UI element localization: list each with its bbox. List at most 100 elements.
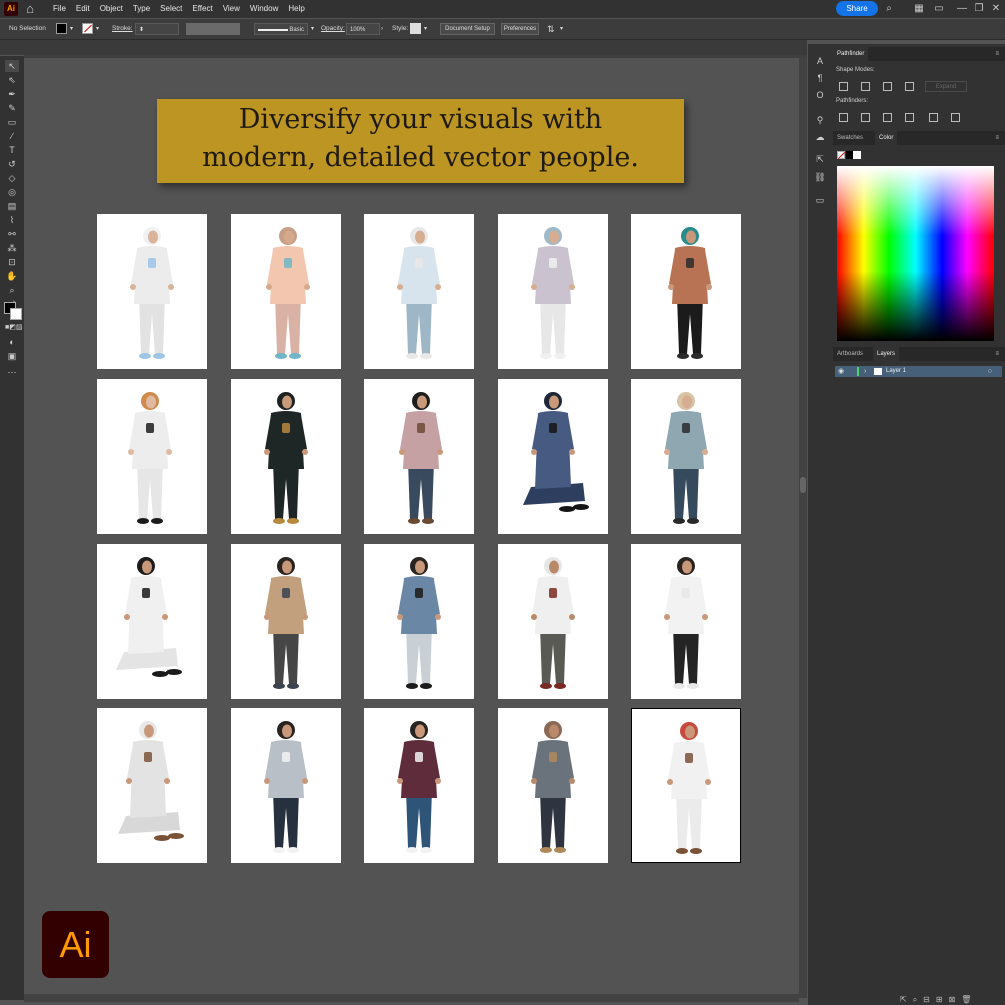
type-tool-icon[interactable]: T: [5, 144, 19, 156]
share-button[interactable]: Share: [836, 1, 878, 16]
layers-footer-icons[interactable]: ⇱⌕⊟⊞⊠🗑: [900, 994, 1005, 1005]
properties-panel-icon[interactable]: ⚲: [812, 113, 828, 127]
none-color-swatch[interactable]: [837, 151, 846, 160]
curvature-tool-icon[interactable]: ✎: [5, 102, 19, 114]
artboard-15[interactable]: [631, 544, 741, 699]
panel-menu-icon[interactable]: ≡: [991, 47, 1003, 61]
opacity-arrow-icon[interactable]: ›: [381, 19, 383, 39]
tab-layers[interactable]: Layers: [873, 347, 900, 361]
tab-artboards[interactable]: Artboards: [833, 347, 867, 361]
exclude-icon[interactable]: [905, 82, 914, 91]
stroke-label[interactable]: Stroke:: [112, 19, 133, 39]
artboard-1[interactable]: [97, 214, 207, 369]
rotate-tool-icon[interactable]: ↺: [5, 158, 19, 170]
color-panel-menu-icon[interactable]: ≡: [991, 131, 1003, 145]
hand-tool-icon[interactable]: ✋: [5, 270, 19, 282]
opacity-label[interactable]: Opacity:: [321, 19, 345, 39]
paragraph-panel-icon[interactable]: ¶: [812, 71, 828, 85]
intersect-icon[interactable]: [883, 82, 892, 91]
document-setup-button[interactable]: Document Setup: [440, 23, 495, 35]
headline-banner[interactable]: Diversify your visuals with modern, deta…: [157, 99, 684, 183]
artboard-18[interactable]: [364, 708, 474, 863]
horizontal-scrollbar[interactable]: [24, 994, 799, 1002]
white-color-swatch[interactable]: [853, 151, 861, 159]
expand-chevron-icon[interactable]: ›: [864, 366, 866, 377]
eraser-tool-icon[interactable]: ◇: [5, 172, 19, 184]
artboard-4[interactable]: [498, 214, 608, 369]
draw-mode-icon[interactable]: ◐: [5, 336, 19, 348]
opacity-input[interactable]: 100%: [346, 23, 380, 35]
target-icon[interactable]: ○: [988, 366, 992, 377]
zoom-tool-icon[interactable]: ⌕: [5, 284, 19, 296]
merge-icon[interactable]: [883, 113, 892, 122]
artboard-5[interactable]: [631, 214, 741, 369]
menu-effect[interactable]: Effect: [187, 0, 217, 18]
search-icon[interactable]: ⌕: [882, 0, 896, 18]
artboard-19[interactable]: [498, 708, 608, 863]
menu-window[interactable]: Window: [245, 0, 283, 18]
artboard-13[interactable]: [364, 544, 474, 699]
tab-color[interactable]: Color: [875, 131, 898, 145]
fill-dropdown-icon[interactable]: ▾: [70, 19, 73, 39]
artboard-9[interactable]: [498, 379, 608, 534]
comments-panel-icon[interactable]: ▭: [812, 193, 828, 207]
direct-selection-tool-icon[interactable]: ⇖: [5, 74, 19, 86]
blend-tool-icon[interactable]: ⚯: [5, 228, 19, 240]
brush-dropdown-icon[interactable]: ▾: [311, 19, 314, 39]
export-panel-icon[interactable]: ⇱: [812, 152, 828, 166]
close-button[interactable]: ✕: [989, 0, 1003, 18]
vertical-scrollbar[interactable]: [799, 58, 807, 998]
menu-select[interactable]: Select: [155, 0, 187, 18]
arrange-icon[interactable]: ⇅: [547, 19, 555, 39]
arrange-documents-icon[interactable]: ▦: [912, 0, 926, 18]
artboard-10[interactable]: [631, 379, 741, 534]
stroke-color-box[interactable]: [10, 308, 22, 320]
links-panel-icon[interactable]: ⛓: [812, 170, 828, 184]
artboard-16[interactable]: [97, 708, 207, 863]
outline-icon[interactable]: [929, 113, 938, 122]
color-mode-icon[interactable]: ■◩▨: [5, 322, 22, 334]
opentype-panel-icon[interactable]: O: [812, 88, 828, 102]
artboard-20[interactable]: [631, 708, 741, 863]
selection-tool-icon[interactable]: ↖: [5, 60, 19, 72]
color-spectrum[interactable]: [837, 166, 994, 341]
vertical-scroll-thumb[interactable]: [800, 477, 806, 493]
character-panel-icon[interactable]: A: [812, 54, 828, 68]
artboard-2[interactable]: [231, 214, 341, 369]
artboard-tool-icon[interactable]: ⊡: [5, 256, 19, 268]
workspace-icon[interactable]: ▭: [932, 0, 946, 18]
menu-file[interactable]: File: [48, 0, 71, 18]
paintbrush-tool-icon[interactable]: ∕: [5, 130, 19, 142]
expand-button[interactable]: Expand: [925, 81, 967, 92]
fill-swatch[interactable]: [56, 23, 67, 34]
artboard-17[interactable]: [231, 708, 341, 863]
stroke-dropdown-icon[interactable]: ▾: [96, 19, 99, 39]
screen-mode-icon[interactable]: ▣: [5, 350, 19, 362]
arrange-dropdown-icon[interactable]: ▾: [560, 19, 563, 39]
layer-name[interactable]: Layer 1: [886, 366, 906, 377]
artboard-6[interactable]: [97, 379, 207, 534]
artboard-12[interactable]: [231, 544, 341, 699]
style-dropdown-icon[interactable]: ▾: [424, 19, 427, 39]
shape-builder-tool-icon[interactable]: ◎: [5, 186, 19, 198]
tab-swatches[interactable]: Swatches: [833, 131, 867, 145]
artboard-11[interactable]: [97, 544, 207, 699]
stroke-weight-input[interactable]: ⬍: [135, 23, 179, 35]
preferences-button[interactable]: Preferences: [501, 23, 539, 35]
artboard-7[interactable]: [231, 379, 341, 534]
edit-toolbar-icon[interactable]: ⋯: [5, 366, 19, 378]
artboard-14[interactable]: [498, 544, 608, 699]
eyedropper-tool-icon[interactable]: ⌇: [5, 214, 19, 226]
artboard-8[interactable]: [364, 379, 474, 534]
stroke-swatch[interactable]: [82, 23, 93, 34]
divide-icon[interactable]: [839, 113, 848, 122]
home-icon[interactable]: ⌂: [22, 1, 38, 17]
symbol-sprayer-tool-icon[interactable]: ⁂: [5, 242, 19, 254]
graphic-style-swatch[interactable]: [410, 23, 421, 34]
minimize-button[interactable]: —: [955, 0, 969, 18]
artboard-3[interactable]: [364, 214, 474, 369]
minus-back-icon[interactable]: [951, 113, 960, 122]
layers-panel-menu-icon[interactable]: ≡: [991, 347, 1003, 361]
trim-icon[interactable]: [861, 113, 870, 122]
unite-icon[interactable]: [839, 82, 848, 91]
